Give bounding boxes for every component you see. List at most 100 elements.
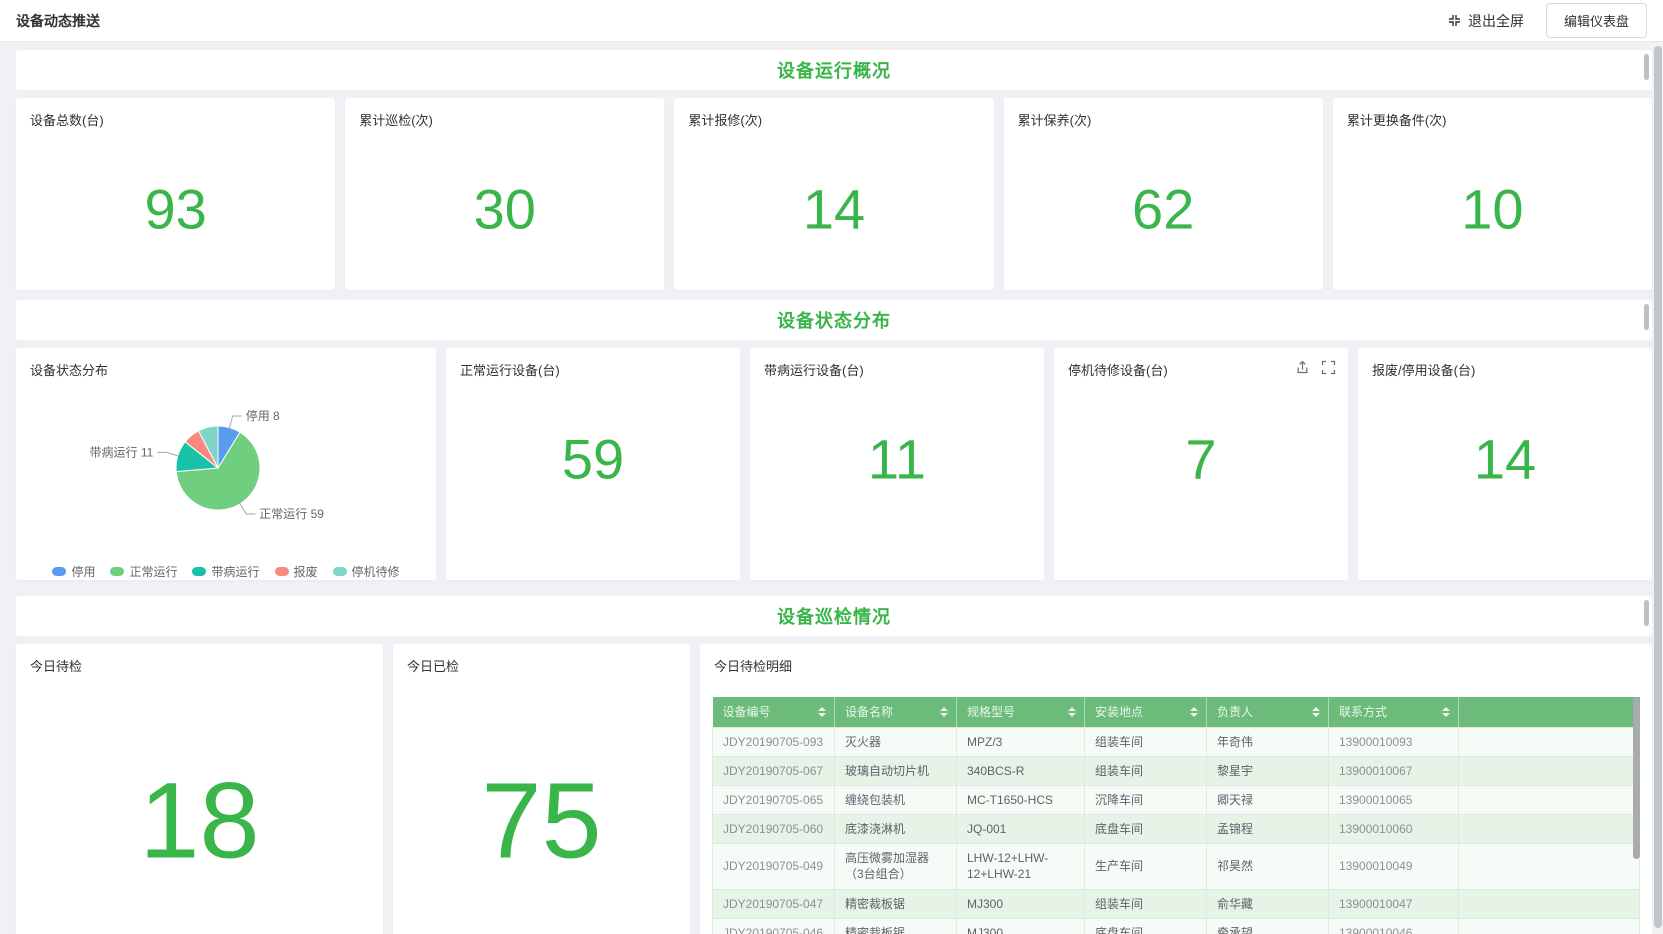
table-cell: 13900010046 — [1329, 918, 1459, 934]
table-cell: JQ-001 — [957, 815, 1085, 844]
section-scrollbar[interactable] — [1644, 54, 1649, 80]
table-cell: MJ300 — [957, 889, 1085, 918]
col-header[interactable]: 安装地点 — [1085, 697, 1207, 727]
section-scrollbar[interactable] — [1644, 600, 1649, 626]
page-scrollbar-thumb[interactable] — [1654, 46, 1662, 928]
stat-card-title: 累计报修(次) — [674, 98, 993, 141]
legend-item-pending-repair[interactable]: 停机待修 — [333, 563, 400, 580]
legend-label: 带病运行 — [211, 563, 259, 580]
col-header[interactable]: 负责人 — [1207, 697, 1329, 727]
sort-caret[interactable] — [1442, 707, 1450, 717]
status-cards-row: 设备状态分布 停用 8正常运行 59带病运行 11 停用正常运行带病运行报废停机… — [16, 348, 1652, 580]
table-cell-empty — [1459, 815, 1640, 844]
legend-marker — [192, 567, 206, 576]
table-cell: 牵承望 — [1207, 918, 1329, 934]
stat-card-title: 正常运行设备(台) — [446, 348, 740, 391]
legend-item-scrapped[interactable]: 报废 — [275, 563, 318, 580]
table-cell: 生产车间 — [1085, 844, 1207, 889]
table-cell: 祁昊然 — [1207, 844, 1329, 889]
stat-card-running-with-issues: 带病运行设备(台) 11 — [750, 348, 1044, 580]
table-row[interactable]: JDY20190705-049高压微雾加湿器（3台组合）LHW-12+LHW-1… — [713, 844, 1640, 889]
stat-card-total-part-replacements: 累计更换备件(次)10 — [1333, 98, 1652, 290]
stat-value-down-for-repair: 7 — [1185, 427, 1216, 492]
table-cell: 精密裁板锯 — [835, 889, 957, 918]
stat-card-total-repairs: 累计报修(次) 14 — [674, 98, 993, 290]
dashboard-content: 设备运行概况 设备总数(台)93累计巡检(次)30累计报修(次)14累计保养(次… — [0, 42, 1663, 934]
table-row[interactable]: JDY20190705-093灭火器MPZ/3组装车间年奇伟1390001009… — [713, 727, 1640, 756]
table-cell-empty — [1459, 756, 1640, 785]
stat-value-total-devices: 93 — [144, 177, 206, 242]
legend-label: 停机待修 — [352, 563, 400, 580]
col-header-label: 设备编号 — [723, 703, 771, 720]
table-row[interactable]: JDY20190705-065缠绕包装机MC-T1650-HCS沉降车间卿天禄1… — [713, 785, 1640, 814]
table-scrollbar[interactable] — [1633, 697, 1640, 859]
stat-card-title: 累计巡检(次) — [345, 98, 664, 141]
stat-card-title: 累计更换备件(次) — [1333, 98, 1652, 141]
section-scrollbar[interactable] — [1644, 304, 1649, 330]
col-header[interactable]: 联系方式 — [1329, 697, 1459, 727]
pie-label: 停用 8 — [246, 408, 280, 423]
table-cell: JDY20190705-046 — [713, 918, 835, 934]
table-row[interactable]: JDY20190705-060底漆浇淋机JQ-001底盘车间孟锦程1390001… — [713, 815, 1640, 844]
table-cell: 灭火器 — [835, 727, 957, 756]
table-cell: LHW-12+LHW-12+LHW-21 — [957, 844, 1085, 889]
legend-item-normal[interactable]: 正常运行 — [110, 563, 177, 580]
section-header-overview: 设备运行概况 — [16, 50, 1652, 90]
page-title: 设备动态推送 — [16, 11, 100, 31]
section-header-status: 设备状态分布 — [16, 300, 1652, 340]
stat-card-title: 带病运行设备(台) — [750, 348, 1044, 391]
edit-dashboard-button[interactable]: 编辑仪表盘 — [1546, 3, 1647, 38]
table-header-row: 设备编号 设备名称 规格型号 安装地点 负责人联系方式 — [713, 697, 1640, 727]
table-cell: MC-T1650-HCS — [957, 785, 1085, 814]
sort-caret[interactable] — [940, 707, 948, 717]
col-header[interactable]: 规格型号 — [957, 697, 1085, 727]
table-row[interactable]: JDY20190705-067玻璃自动切片机340BCS-R组装车间黎星宇139… — [713, 756, 1640, 785]
table-cell: 卿天禄 — [1207, 785, 1329, 814]
legend-marker — [110, 567, 124, 576]
stat-card-total-devices: 设备总数(台)93 — [16, 98, 335, 290]
stat-card-title: 今日已检 — [393, 644, 690, 687]
legend-marker — [333, 567, 347, 576]
stat-card-total-maintenance: 累计保养(次)62 — [1004, 98, 1323, 290]
stat-card-today-pending: 今日待检18 — [16, 644, 383, 934]
col-header-label: 联系方式 — [1339, 703, 1387, 720]
export-icon[interactable] — [1295, 360, 1310, 375]
exit-fullscreen-button[interactable]: 退出全屏 — [1447, 11, 1524, 31]
col-header[interactable]: 设备名称 — [835, 697, 957, 727]
table-cell: 玻璃自动切片机 — [835, 756, 957, 785]
stat-value-running-with-issues: 11 — [868, 427, 926, 492]
col-header-label: 安装地点 — [1095, 703, 1143, 720]
col-header-label: 规格型号 — [967, 703, 1015, 720]
stat-card-down-for-repair: 停机待修设备(台)7 — [1054, 348, 1348, 580]
col-header[interactable]: 设备编号 — [713, 697, 835, 727]
fullscreen-expand-icon[interactable] — [1321, 360, 1336, 375]
legend-label: 正常运行 — [129, 563, 177, 580]
table-row[interactable]: JDY20190705-047精密裁板锯MJ300组装车间俞华藏13900010… — [713, 889, 1640, 918]
table-cell: 组装车间 — [1085, 756, 1207, 785]
table-cell: 340BCS-R — [957, 756, 1085, 785]
sort-caret[interactable] — [1068, 707, 1076, 717]
table-cell-empty — [1459, 844, 1640, 889]
sort-caret[interactable] — [818, 707, 826, 717]
table-cell-empty — [1459, 727, 1640, 756]
stat-card-today-inspected: 今日已检75 — [393, 644, 690, 934]
exit-fullscreen-icon — [1447, 13, 1462, 28]
legend-item-with-issues[interactable]: 带病运行 — [192, 563, 259, 580]
legend-item-stopped[interactable]: 停用 — [52, 563, 95, 580]
table-cell-empty — [1459, 918, 1640, 934]
stat-card-title: 报废/停用设备(台) — [1358, 348, 1652, 391]
sort-caret[interactable] — [1312, 707, 1320, 717]
page-scrollbar[interactable] — [1653, 44, 1663, 934]
table-cell: 13900010047 — [1329, 889, 1459, 918]
col-header-label: 设备名称 — [845, 703, 893, 720]
pie-label-line — [157, 452, 179, 456]
stat-value-total-repairs: 14 — [803, 177, 865, 242]
table-cell: 精密裁板锯 — [835, 918, 957, 934]
table-row[interactable]: JDY20190705-046精密裁板锯MJ300底盘车间牵承望13900010… — [713, 918, 1640, 934]
table-wrapper: 设备编号 设备名称 规格型号 安装地点 负责人联系方式 JDY20190705-093灭火… — [712, 697, 1640, 934]
sort-caret[interactable] — [1190, 707, 1198, 717]
stat-card-title: 累计保养(次) — [1004, 98, 1323, 141]
pie-label: 正常运行 59 — [259, 507, 324, 521]
topbar: 设备动态推送 退出全屏 编辑仪表盘 — [0, 0, 1663, 42]
table-cell: MJ300 — [957, 918, 1085, 934]
